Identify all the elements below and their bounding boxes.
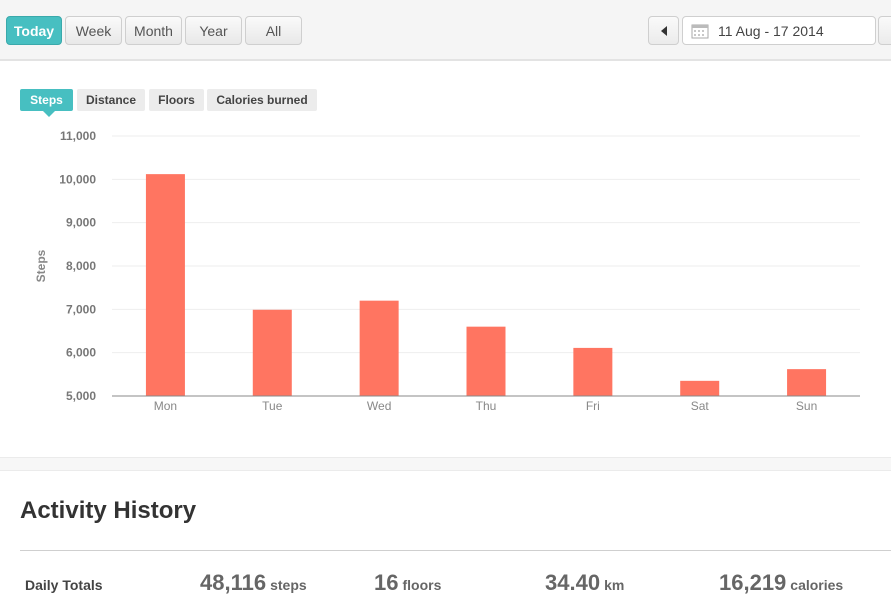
bar [680, 380, 720, 396]
x-tick-label: Tue [262, 399, 283, 413]
total-distance-value: 34.40 [545, 570, 601, 595]
x-tick-label: Mon [154, 399, 177, 413]
total-floors-value: 16 [374, 570, 399, 595]
totals-divider [20, 550, 891, 551]
calendar-icon [691, 23, 709, 39]
previous-range-button[interactable] [648, 16, 679, 45]
range-week-button[interactable]: Week [65, 16, 122, 45]
bar [787, 369, 827, 396]
bar [145, 174, 185, 396]
y-tick-label: 7,000 [66, 302, 96, 316]
y-tick-label: 8,000 [66, 259, 96, 273]
y-tick-label: 11,000 [60, 129, 96, 143]
tab-floors[interactable]: Floors [149, 89, 204, 111]
section-divider [0, 457, 891, 471]
total-calories-value: 16,219 [719, 570, 787, 595]
total-calories-unit: calories [790, 577, 844, 593]
bar [573, 347, 613, 396]
x-tick-label: Thu [476, 399, 497, 413]
y-axis-label: Steps [34, 249, 48, 282]
activity-history-title: Activity History [20, 497, 197, 524]
total-steps: 48,116 steps [200, 570, 307, 596]
bar [359, 300, 399, 396]
bar [466, 326, 506, 396]
tab-calories-burned[interactable]: Calories burned [207, 89, 317, 111]
total-distance-unit: km [604, 577, 625, 593]
total-calories: 16,219 calories [719, 570, 843, 596]
x-tick-label: Sun [796, 399, 817, 413]
range-year-button[interactable]: Year [185, 16, 242, 45]
x-tick-label: Sat [691, 399, 710, 413]
range-today-button[interactable]: Today [6, 16, 62, 45]
bar [252, 309, 292, 396]
range-all-button[interactable]: All [245, 16, 302, 45]
total-floors: 16 floors [374, 570, 441, 596]
y-tick-label: 6,000 [66, 346, 96, 360]
total-floors-unit: floors [402, 577, 442, 593]
next-range-button[interactable] [878, 16, 891, 45]
x-tick-label: Fri [586, 399, 600, 413]
y-tick-label: 9,000 [66, 216, 96, 230]
total-steps-value: 48,116 [200, 570, 267, 595]
tab-distance[interactable]: Distance [77, 89, 145, 111]
range-month-button[interactable]: Month [125, 16, 182, 45]
steps-bar-chart: 5,000 6,000 7,000 8,000 9,000 10,000 11,000 Ste… [34, 129, 860, 413]
tab-steps[interactable]: Steps [20, 89, 73, 117]
y-tick-label: 10,000 [59, 172, 96, 186]
total-steps-unit: steps [270, 577, 307, 593]
x-tick-label: Wed [367, 399, 391, 413]
daily-totals-label: Daily Totals [25, 577, 103, 593]
y-tick-label: 5,000 [66, 389, 96, 403]
total-distance: 34.40 km [545, 570, 624, 596]
date-range-text: 11 Aug - 17 2014 [718, 22, 824, 39]
toolbar: Today Week Month Year All 11 Aug - 17 20… [0, 0, 891, 61]
caret-left-icon [660, 25, 667, 36]
date-range-picker[interactable]: 11 Aug - 17 2014 [682, 16, 876, 45]
